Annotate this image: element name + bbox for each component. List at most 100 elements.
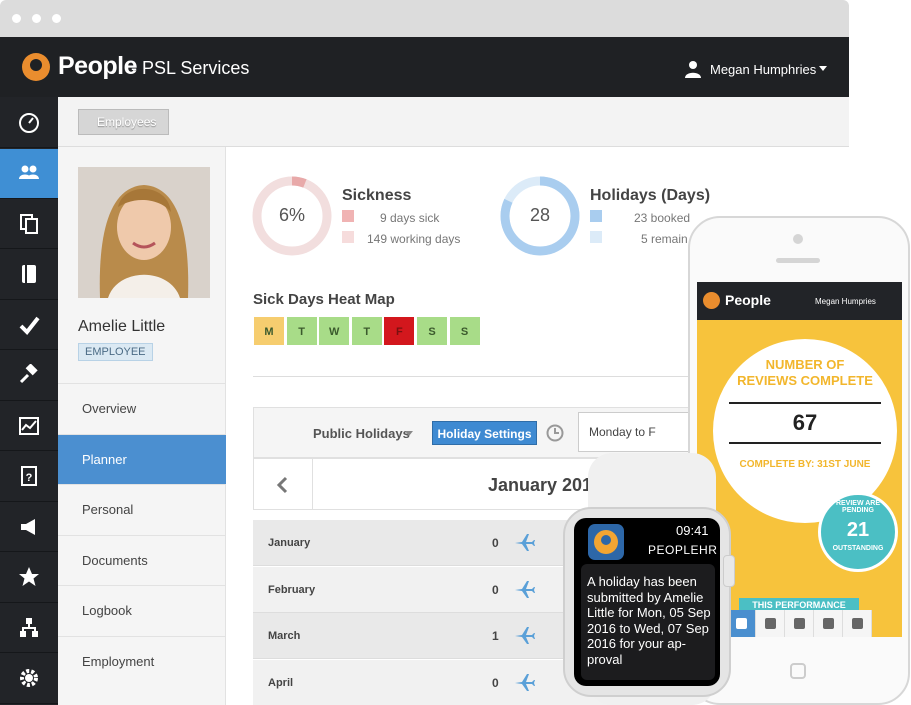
user-icon <box>685 61 701 78</box>
gavel-icon <box>19 364 38 384</box>
plane-icon <box>515 534 535 551</box>
date-range-input[interactable]: Monday to F <box>578 412 698 452</box>
holidays-title: Holidays (Days) <box>590 187 711 204</box>
heatmap-day-5: S <box>416 316 448 346</box>
people-logo-icon <box>22 53 50 81</box>
role-badge: EMPLOYEE <box>78 343 153 361</box>
employee-name: Amelie Little <box>78 318 166 335</box>
sick-days: 9 days sick <box>380 211 440 225</box>
company-name: - PSL Services <box>131 58 250 78</box>
chevron-down-icon[interactable] <box>819 66 827 71</box>
user-menu[interactable]: Megan Humphries <box>710 62 816 77</box>
heatmap-day-3: T <box>350 316 383 346</box>
breadcrumb-employees[interactable]: Employees <box>78 109 170 135</box>
settings-icon <box>20 669 38 687</box>
holidays-remaining: 5 remain <box>641 232 688 246</box>
svg-text:?: ? <box>26 472 33 484</box>
menu-item-personal[interactable]: Personal <box>58 484 226 534</box>
nav-button-gavel[interactable] <box>0 351 58 401</box>
peoplehr-app-icon <box>588 524 624 560</box>
month-count: 0 <box>492 675 499 690</box>
divider <box>253 376 723 377</box>
chevron-down-icon[interactable] <box>405 431 413 436</box>
heatmap-title: Sick Days Heat Map <box>253 291 395 308</box>
month-name: March <box>268 630 301 642</box>
menu-item-logbook[interactable]: Logbook <box>58 585 226 635</box>
holidays-booked: 23 booked <box>634 211 691 225</box>
watch-screen: 09:41 PEOPLEHR A holiday has been submit… <box>574 518 720 686</box>
heatmap-day-6: S <box>448 316 481 346</box>
month-count: 0 <box>492 582 499 597</box>
people-icon <box>19 165 39 179</box>
nav-button-org-chart[interactable] <box>0 603 58 653</box>
star-icon <box>19 567 39 586</box>
plane-icon <box>515 673 535 691</box>
phone-tab-medal[interactable] <box>785 610 814 637</box>
window-close-dot[interactable] <box>12 14 21 23</box>
month-name: April <box>268 676 294 689</box>
public-holidays-dropdown[interactable]: Public Holidays <box>313 426 410 441</box>
phone-tab-user[interactable] <box>727 610 756 637</box>
month-title: January 2016 <box>488 475 603 495</box>
month-name: January <box>268 537 311 549</box>
brand-name: People <box>58 52 137 80</box>
watch-time: 09:41 <box>676 523 709 538</box>
window-minimize-dot[interactable] <box>32 14 41 23</box>
clock-icon[interactable] <box>546 424 564 442</box>
menu-item-documents[interactable]: Documents <box>58 534 226 585</box>
watch-app-name: PEOPLEHR <box>648 543 718 557</box>
reviews-divider-top <box>729 402 881 404</box>
nav-button-dashboard[interactable] <box>0 98 58 148</box>
megaphone-icon <box>21 518 35 535</box>
chart-icon <box>852 618 863 629</box>
phone-brand: People <box>725 292 771 308</box>
nav-button-star[interactable] <box>0 553 58 603</box>
phone-home-button[interactable] <box>790 663 806 679</box>
profile-photo <box>78 167 210 298</box>
nav-button-people[interactable] <box>0 148 58 199</box>
team-icon <box>823 618 834 629</box>
nav-button-chart[interactable] <box>0 401 58 451</box>
sickness-title: Sickness <box>342 187 412 204</box>
phone-camera <box>793 234 803 244</box>
nav-button-documents[interactable] <box>0 199 58 249</box>
window-zoom-dot[interactable] <box>52 14 61 23</box>
medal-icon <box>794 618 805 629</box>
notification-message: A holiday has been submitted by Amelie L… <box>587 574 711 667</box>
holidays-value: 28 <box>529 205 551 225</box>
org-chart-icon <box>20 617 38 637</box>
reviews-divider-bottom <box>729 442 881 444</box>
nav-button-help-document[interactable]: ? <box>0 452 58 502</box>
working-days: 149 working days <box>367 232 461 246</box>
holiday-settings-button[interactable]: Holiday Settings <box>432 421 537 445</box>
notebook-icon <box>22 265 36 283</box>
working-days-swatch <box>342 231 354 243</box>
phone-user[interactable]: Megan Humpries <box>815 297 876 306</box>
phone-tab-calendar[interactable] <box>756 610 785 637</box>
reviews-title: NUMBER OF REVIEWS COMPLETE <box>737 357 873 388</box>
chevron-left-icon[interactable] <box>275 476 289 494</box>
phone-tab-chart[interactable] <box>843 610 872 637</box>
sickness-percent: 6% <box>278 205 305 225</box>
menu-item-planner[interactable]: Planner <box>58 433 226 484</box>
menu-item-employment[interactable]: Employment <box>58 635 226 686</box>
month-count: 0 <box>492 536 499 550</box>
watch-crown[interactable] <box>723 555 735 587</box>
help-document-icon: ? <box>21 466 37 486</box>
heatmap-day-0: M <box>253 316 285 346</box>
phone-speaker <box>776 258 820 263</box>
phone-tab-team[interactable] <box>814 610 843 637</box>
nav-button-check[interactable] <box>0 300 58 350</box>
nav-button-notebook[interactable] <box>0 250 58 300</box>
month-count: 1 <box>492 629 499 643</box>
window-titlebar <box>0 0 849 37</box>
calendar-icon <box>765 618 776 629</box>
nav-button-megaphone[interactable] <box>0 502 58 552</box>
sick-days-swatch <box>342 210 354 222</box>
check-icon <box>19 316 40 335</box>
menu-item-overview[interactable]: Overview <box>58 383 226 433</box>
heatmap-day-1: T <box>285 316 318 346</box>
booked-swatch <box>590 210 602 222</box>
nav-button-settings[interactable] <box>0 654 58 704</box>
documents-icon <box>20 213 38 234</box>
